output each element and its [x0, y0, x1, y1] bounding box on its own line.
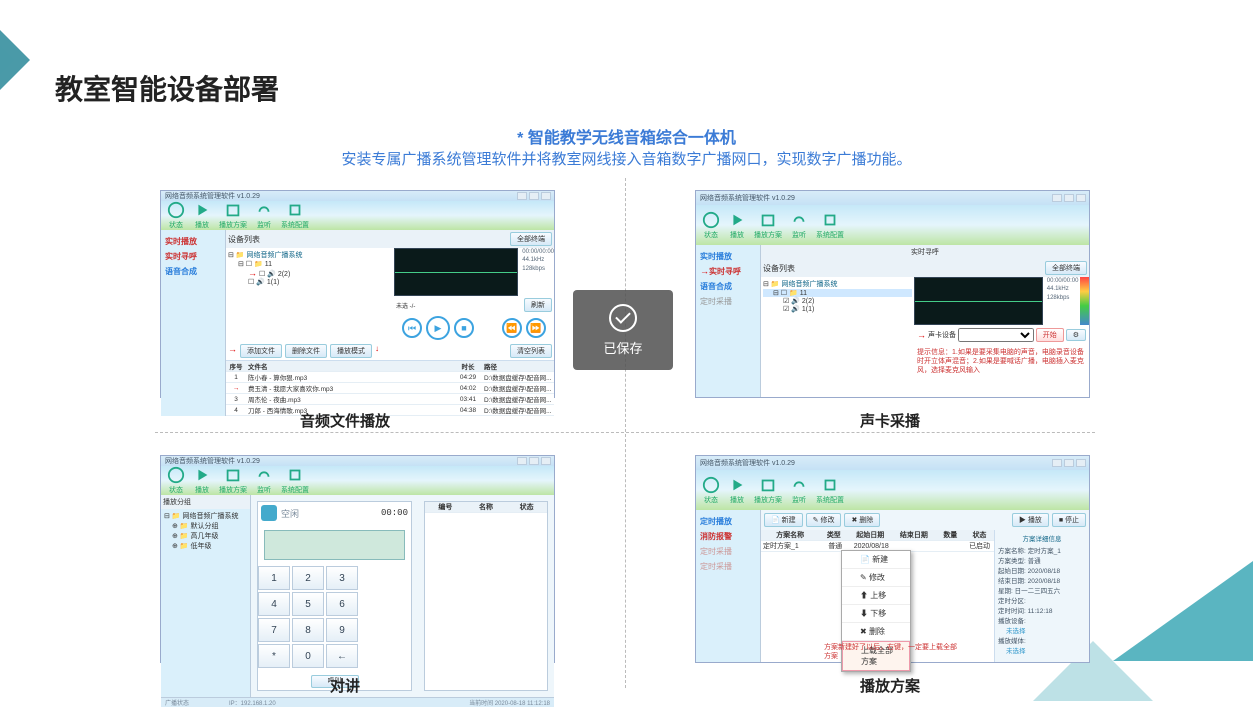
status-bar: 广播状态IP：192.168.1.20当前时间 2020-08-18 11:12…	[161, 697, 554, 707]
capture-hint: 提示信息：1.如果是要采集电脑的声音，电脑录音设备时开立体声混音；2.如果是要喊…	[914, 345, 1089, 378]
page-description: 安装专属广播系统管理软件并将教室网线接入音箱数字广播网口，实现数字广播功能。	[0, 148, 1253, 169]
key-star[interactable]: *	[258, 644, 290, 668]
stop-button[interactable]: ■	[454, 318, 474, 338]
keypad: 123 456 789 *0←	[258, 566, 411, 668]
page-subtitle: * 智能教学无线音箱综合一体机	[0, 124, 1253, 148]
toolbar-status[interactable]: 状态	[167, 201, 185, 230]
forward-button[interactable]: ⏩	[526, 318, 546, 338]
caption-2: 声卡采播	[860, 410, 920, 431]
key-9[interactable]: 9	[326, 618, 358, 642]
call-timer: 00:00	[381, 508, 408, 518]
decoration-bottom-right-1	[1113, 561, 1253, 661]
plan-info-panel: 方案详细信息 方案名称: 定时方案_1方案类型: 普通 起始日期: 2020/0…	[994, 530, 1089, 662]
toolbar-config[interactable]: 系统配置	[281, 201, 309, 230]
stop-plan-button[interactable]: ■ 停止	[1052, 513, 1086, 527]
key-6[interactable]: 6	[326, 592, 358, 616]
window-titlebar: 网络音频系统管理软件 v1.0.29	[161, 191, 554, 201]
file-table: 序号文件名时长路径 1陈小春 - 算你狠.mp304:29D:\数据盘缓存\配音…	[226, 360, 554, 416]
player-controls: ⏮ ▶ ■ ⏪ ⏩	[394, 314, 554, 342]
status-idle: 空闲	[281, 507, 299, 520]
main-toolbar: 状态 播放 播放方案 监听 系统配置	[161, 201, 554, 230]
window-title: 网络音频系统管理软件 v1.0.29	[161, 191, 260, 201]
delete-plan-button[interactable]: ✖ 删除	[844, 513, 880, 527]
soundcard-label: 声卡设备	[928, 330, 956, 340]
tab-realtime-page: 实时寻呼	[761, 245, 1089, 259]
sidebar-tts[interactable]: 语音合成	[165, 264, 221, 279]
waveform-display	[394, 248, 518, 296]
device-list-label: 设备列表	[228, 234, 260, 245]
table-row[interactable]: 1陈小春 - 算你狠.mp304:29D:\数据盘缓存\配音网...	[226, 372, 554, 383]
waveform-display	[914, 277, 1043, 325]
decoration-top-left	[0, 30, 30, 90]
ctx-edit[interactable]: ✎ 修改	[842, 569, 910, 587]
file-buttons-row: →添加文件 删除文件 播放模式 ↓ 清空列表	[226, 342, 554, 360]
screenshot-intercom: 网络音频系统管理软件 v1.0.29 状态 播放 播放方案 监听 系统配置 播放…	[160, 455, 555, 663]
play-button[interactable]: ▶	[426, 316, 450, 340]
page-title: 教室智能设备部署	[55, 68, 279, 108]
start-capture-button[interactable]: 开始	[1036, 328, 1064, 342]
key-back[interactable]: ←	[326, 644, 358, 668]
plan-hint: 方案新建好了以后，右键，一定要上载全部方案	[821, 640, 961, 664]
device-status-list: 编号名称状态	[424, 501, 548, 691]
key-7[interactable]: 7	[258, 618, 290, 642]
delete-file-button[interactable]: 删除文件	[285, 344, 327, 358]
edit-plan-button[interactable]: ✎ 修改	[806, 513, 842, 527]
screenshot-audio-playback: 网络音频系统管理软件 v1.0.29 状态 播放 播放方案 监听 系统配置 实时…	[160, 190, 555, 398]
group-tree[interactable]: 播放分组 ⊟ 📁 网络音频广播系统 ⊕ 📁 默认分组 ⊕ 📁 高几年级 ⊕ 📁 …	[161, 495, 251, 697]
table-row[interactable]: 3周杰伦 - 夜曲.mp303:41D:\数据盘缓存\配音网...	[226, 394, 554, 405]
new-plan-button[interactable]: 📄 新建	[764, 513, 803, 527]
key-0[interactable]: 0	[292, 644, 324, 668]
ctx-up[interactable]: ⬆ 上移	[842, 587, 910, 605]
screenshot-play-plan: 网络音频系统管理软件 v1.0.29 状态 播放 播放方案 监听 系统配置 定时…	[695, 455, 1090, 663]
caption-1: 音频文件播放	[300, 410, 390, 431]
device-tree[interactable]: ⊟ 📁 网络音频广播系统 ⊟ ☐ 📁 11 → ☐ 🔊 2(2) ☐ 🔊 1(1…	[226, 248, 394, 342]
saved-toast: 已保存	[573, 290, 673, 370]
key-3[interactable]: 3	[326, 566, 358, 590]
refresh-button[interactable]: 刷新	[524, 298, 552, 312]
play-plan-button[interactable]: ▶ 播放	[1012, 513, 1049, 527]
rewind-button[interactable]: ⏪	[502, 318, 522, 338]
key-8[interactable]: 8	[292, 618, 324, 642]
key-2[interactable]: 2	[292, 566, 324, 590]
intercom-icon	[261, 505, 277, 521]
ctx-del[interactable]: ✖ 删除	[842, 623, 910, 641]
toolbar-plan[interactable]: 播放方案	[219, 201, 247, 230]
caption-3: 对讲	[330, 675, 360, 696]
vu-meter	[1080, 277, 1089, 325]
key-4[interactable]: 4	[258, 592, 290, 616]
all-terminals-button[interactable]: 全部终端	[510, 232, 552, 246]
divider-vertical	[625, 178, 626, 688]
clear-list-button[interactable]: 清空列表	[510, 344, 552, 358]
prev-button[interactable]: ⏮	[402, 318, 422, 338]
ctx-new[interactable]: 📄 新建	[842, 551, 910, 569]
dial-display	[264, 530, 405, 560]
key-5[interactable]: 5	[292, 592, 324, 616]
sidebar-realtime-page[interactable]: 实时寻呼	[165, 249, 221, 264]
ctx-down[interactable]: ⬇ 下移	[842, 605, 910, 623]
table-row[interactable]: →费玉清 - 我愿大家喜欢你.mp304:02D:\数据盘缓存\配音网...	[226, 383, 554, 394]
toolbar-monitor[interactable]: 监听	[255, 201, 273, 230]
dialer-panel: 空闲 00:00 123 456 789 *0← 呼叫	[257, 501, 412, 691]
screenshot-soundcard-capture: 网络音频系统管理软件 v1.0.29 状态 播放 播放方案 监听 系统配置 实时…	[695, 190, 1090, 398]
window-controls	[517, 192, 554, 200]
sidebar: 实时播放 实时寻呼 语音合成	[161, 230, 226, 416]
sidebar-realtime-play[interactable]: 实时播放	[165, 234, 221, 249]
caption-4: 播放方案	[860, 675, 920, 696]
play-mode-button[interactable]: 播放模式	[330, 344, 372, 358]
key-1[interactable]: 1	[258, 566, 290, 590]
toolbar-play[interactable]: 播放	[193, 201, 211, 230]
soundcard-select[interactable]	[958, 328, 1034, 342]
audio-info: 00:00/00:0044.1kHz128kbps	[518, 248, 554, 296]
mode-label: 未选 -/-	[396, 301, 415, 310]
add-file-button[interactable]: 添加文件	[240, 344, 282, 358]
toast-label: 已保存	[603, 338, 642, 357]
check-icon	[609, 304, 637, 332]
